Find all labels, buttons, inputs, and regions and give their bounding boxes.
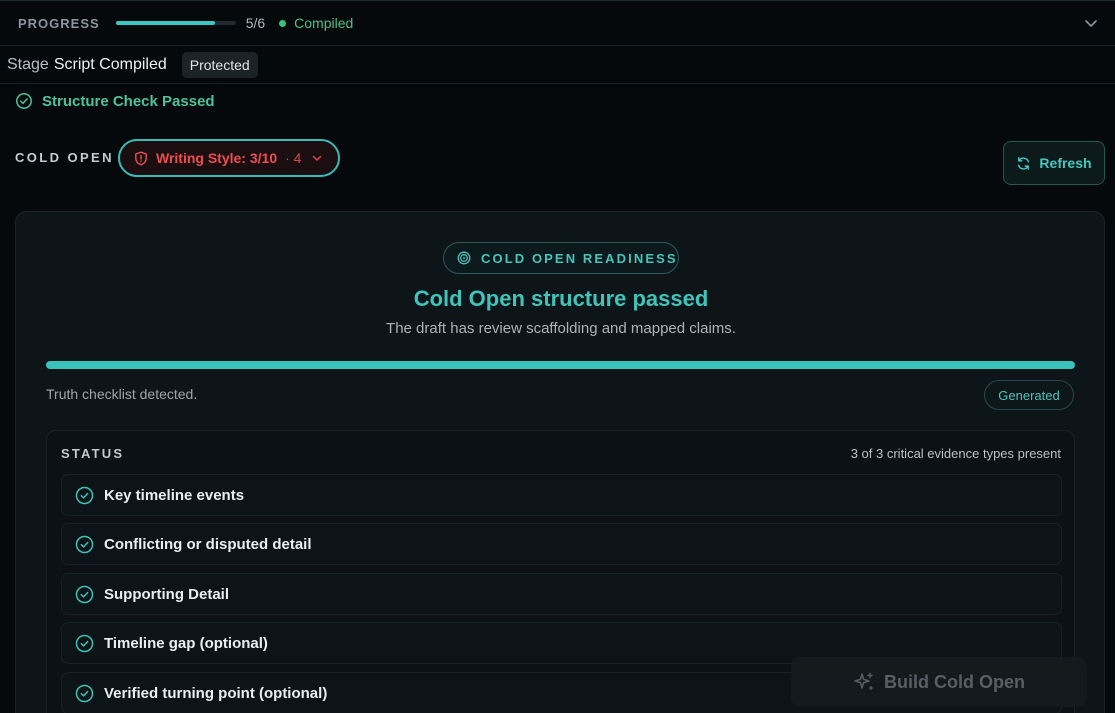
check-circle-icon: [75, 634, 94, 653]
readiness-progress-fill: [46, 361, 1075, 369]
progress-fill: [115, 21, 216, 25]
protected-badge: Protected: [181, 52, 258, 78]
chevron-down-icon[interactable]: [1083, 15, 1099, 31]
evidence-label: Conflicting or disputed detail: [104, 535, 312, 553]
stage-row: Stage Script Compiled Protected: [7, 51, 258, 79]
status-label: STATUS: [61, 446, 125, 461]
check-circle-icon: [75, 535, 94, 554]
chevron-down-icon: [311, 152, 323, 164]
refresh-icon: [1016, 156, 1031, 171]
progress-header[interactable]: PROGRESS 5/6 Compiled: [0, 0, 1115, 46]
check-circle-icon: [75, 684, 94, 703]
list-item: Conflicting or disputed detail: [61, 523, 1062, 565]
readiness-label: COLD OPEN READINESS: [481, 250, 678, 266]
card-title: Cold Open structure passed: [413, 286, 709, 311]
refresh-label: Refresh: [1039, 155, 1092, 171]
status-dot: [279, 19, 287, 27]
cold-open-label: COLD OPEN: [15, 150, 114, 165]
progress-track: [115, 21, 236, 25]
evidence-label: Key timeline events: [104, 486, 245, 504]
evidence-label: Supporting Detail: [104, 585, 229, 603]
refresh-button[interactable]: Refresh: [1003, 141, 1105, 185]
generated-badge: Generated: [984, 380, 1074, 410]
shield-alert-icon: [134, 151, 148, 166]
divider: [0, 83, 1115, 84]
readiness-card: COLD OPEN READINESS Cold Open structure …: [15, 211, 1105, 713]
readiness-pill: COLD OPEN READINESS: [443, 242, 679, 274]
evidence-label: Verified turning point (optional): [104, 684, 328, 702]
readiness-progress-track: [46, 361, 1075, 369]
target-icon: [457, 251, 471, 265]
sparkles-icon: [853, 671, 875, 693]
stage-value: Script Compiled: [53, 56, 167, 73]
list-item: Supporting Detail: [61, 573, 1062, 615]
writing-style-dropdown[interactable]: Writing Style: 3/10 · 4: [118, 139, 340, 177]
structure-check: Structure Check Passed: [15, 90, 215, 112]
progress-count: 5/6: [245, 15, 266, 31]
card-subtitle: The draft has review scaffolding and map…: [386, 320, 736, 337]
evidence-label: Timeline gap (optional): [104, 634, 268, 652]
truth-checklist-note: Truth checklist detected.: [46, 386, 198, 402]
progress-label: PROGRESS: [18, 15, 100, 31]
writing-style-count: · 4: [285, 150, 302, 166]
check-circle-icon: [75, 585, 94, 604]
writing-style-score: Writing Style: 3/10: [156, 150, 278, 166]
build-cold-open-label: Build Cold Open: [884, 671, 1025, 692]
structure-check-text: Structure Check Passed: [42, 92, 215, 110]
compiled-status: Compiled: [294, 15, 354, 31]
evidence-count: 3 of 3 critical evidence types present: [850, 446, 1061, 461]
check-circle-icon: [75, 486, 94, 505]
build-cold-open-button[interactable]: Build Cold Open: [791, 657, 1087, 707]
check-circle-icon: [15, 92, 33, 110]
stage-label: Stage: [7, 56, 49, 73]
list-item: Key timeline events: [61, 474, 1062, 516]
